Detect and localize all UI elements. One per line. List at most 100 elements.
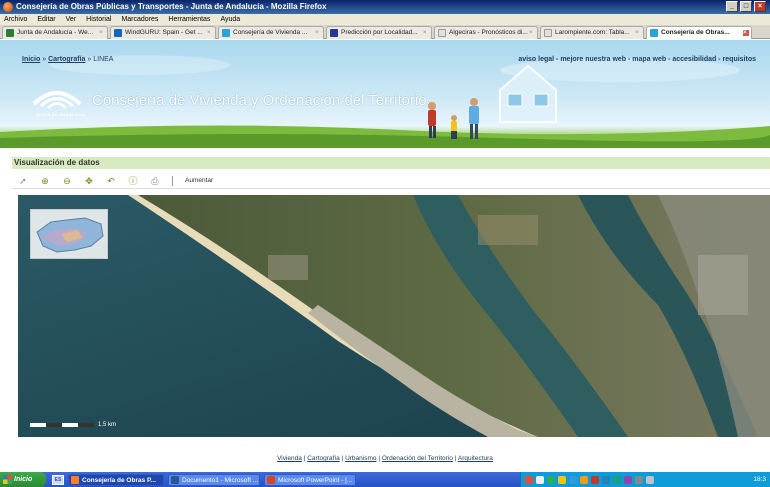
breadcrumb: Inicio » Cartografía » LINEA [22,56,113,63]
tray-update-icon[interactable] [580,475,588,484]
page-favicon-icon [544,29,552,37]
breadcrumb-separator: » [87,56,92,63]
tab-larompiente[interactable]: Larompiente.com: Tabla... × [540,26,644,39]
zoom-in-icon[interactable]: ⊕ [40,176,50,186]
powerpoint-icon [267,475,275,484]
pan-icon[interactable]: ✥ [84,176,94,186]
start-label: Inicio [14,476,33,483]
print-icon[interactable]: ⎙ [150,176,160,186]
tab-consejeria-vivienda[interactable]: Consejería de Vivienda ... × [218,26,324,39]
tab-label: Consejería de Obras... [661,29,730,36]
family-illustration-icon [428,98,479,139]
tab-junta-andalucia[interactable]: Junta de Andalucía - We... × [2,26,108,39]
tray-battery-icon[interactable] [613,475,621,484]
logo-text: JUNTA DE ANDALUCIA [36,112,86,117]
window-controls: _ □ × [726,1,766,12]
windows-taskbar: Inicio ES Consejería de Obras P... Docum… [0,472,770,487]
breadcrumb-current: LINEA [93,56,114,63]
back-icon[interactable]: ↶ [106,176,116,186]
andalucia-minimap-icon [36,217,104,253]
tab-algeciras[interactable]: Algeciras - Pronósticos di... × [434,26,538,39]
tray-sync-icon[interactable] [624,475,632,484]
clock[interactable]: 18:3 [753,476,766,483]
tab-close-icon[interactable]: × [423,30,429,36]
tab-strip: Junta de Andalucía - We... × WindGURU: S… [0,25,770,39]
tab-close-icon[interactable]: × [743,30,749,36]
footer-link-arquitectura[interactable]: Arquitectura [458,455,493,462]
menu-editar[interactable]: Editar [37,14,55,25]
page-favicon-icon [330,29,338,37]
page-favicon-icon [114,29,122,37]
footer-link-ordenacion[interactable]: Ordenación del Territorio [382,455,453,462]
minimize-button[interactable]: _ [726,1,738,12]
info-icon[interactable]: ⓘ [128,176,138,186]
tab-consejeria-obras[interactable]: Consejería de Obras... × [646,26,752,39]
window-title-bar: Consejería de Obras Públicas y Transport… [0,0,770,14]
taskbar-item-label: Consejería de Obras P... [82,476,156,484]
tray-antivirus-icon[interactable] [547,475,555,484]
zoom-out-icon[interactable]: ⊖ [62,176,72,186]
tab-label: Larompiente.com: Tabla... [555,29,630,36]
taskbar-item-powerpoint[interactable]: Microsoft PowerPoint - [... [264,473,356,486]
menu-historial[interactable]: Historial [86,14,111,25]
breadcrumb-cartografia[interactable]: Cartografía [48,56,85,63]
tab-close-icon[interactable]: × [635,30,641,36]
page-favicon-icon [438,29,446,37]
tab-close-icon[interactable]: × [529,30,535,36]
toolbar-divider [172,175,173,186]
start-button[interactable]: Inicio [0,472,46,487]
tray-messenger-icon[interactable] [569,475,577,484]
window-title: Consejería de Obras Públicas y Transport… [16,2,327,11]
breadcrumb-inicio[interactable]: Inicio [22,56,40,63]
close-button[interactable]: × [754,1,766,12]
menu-archivo[interactable]: Archivo [4,14,27,25]
breadcrumb-separator: » [42,56,47,63]
tab-label: WindGURU: Spain - Get ... [125,29,203,36]
tray-printer-icon[interactable] [646,475,654,484]
taskbar-item-word[interactable]: Documento1 - Microsoft ... [168,473,260,486]
tab-prediccion[interactable]: Predicción por Localidad... × [326,26,432,39]
menu-ver[interactable]: Ver [66,14,77,25]
aerial-map-image [18,195,770,437]
tab-close-icon[interactable]: × [207,30,213,36]
tab-close-icon[interactable]: × [99,30,105,36]
section-title: Visualización de datos [12,157,770,169]
tab-label: Algeciras - Pronósticos di... [449,29,528,36]
page-favicon-icon [650,29,658,37]
taskbar-item-firefox[interactable]: Consejería de Obras P... [68,473,164,486]
language-indicator[interactable]: ES [52,474,64,485]
scale-label: 1.5 km [98,422,117,428]
tray-display-icon[interactable] [635,475,643,484]
tray-monitor-icon[interactable] [536,475,544,484]
tray-volume-icon[interactable] [558,475,566,484]
tray-security-icon[interactable] [591,475,599,484]
tab-windguru[interactable]: WindGURU: Spain - Get ... × [110,26,216,39]
footer-link-vivienda[interactable]: Vivienda [277,455,302,462]
footer-link-cartografia[interactable]: Cartografía [307,455,340,462]
menu-bar: Archivo Editar Ver Historial Marcadores … [0,14,770,25]
tab-close-icon[interactable]: × [315,30,321,36]
firefox-icon [71,475,79,484]
taskbar-item-label: Microsoft PowerPoint - [... [278,476,353,484]
map-view[interactable]: 1.5 km [18,195,770,437]
page-favicon-icon [6,29,14,37]
word-icon [171,475,179,484]
scale-bar-graphic [30,423,94,427]
tab-label: Junta de Andalucía - We... [17,29,94,36]
pointer-icon[interactable]: ➚ [18,176,28,186]
footer-separator: | [378,455,381,462]
menu-herramientas[interactable]: Herramientas [168,14,210,25]
overview-minimap[interactable] [30,209,108,259]
footer-link-urbanismo[interactable]: Urbanismo [345,455,376,462]
map-toolbar: ➚ ⊕ ⊖ ✥ ↶ ⓘ ⎙ Aumentar [12,173,770,189]
aumentar-label: Aumentar [185,177,214,184]
maximize-button[interactable]: □ [740,1,752,12]
menu-ayuda[interactable]: Ayuda [220,14,240,25]
menu-marcadores[interactable]: Marcadores [121,14,158,25]
page-favicon-icon [222,29,230,37]
footer-separator: | [303,455,306,462]
tray-network-icon[interactable] [525,475,533,484]
tab-label: Consejería de Vivienda ... [233,29,308,36]
site-title: Consejería de Vivienda y Ordenación del … [92,92,427,109]
tray-bluetooth-icon[interactable] [602,475,610,484]
